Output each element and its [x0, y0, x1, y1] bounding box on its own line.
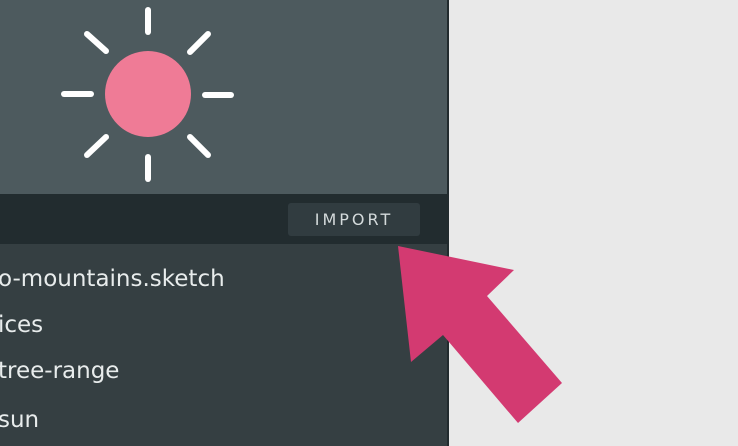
import-button[interactable]: IMPORT: [288, 203, 420, 236]
layer-item-sun[interactable]: sun: [0, 406, 39, 434]
layer-item-ices[interactable]: ices: [0, 311, 43, 339]
sun-icon: [61, 7, 234, 182]
layer-item-mountains-sketch[interactable]: o-mountains.sketch: [0, 265, 225, 293]
layer-item-tree-range[interactable]: tree-range: [0, 357, 119, 385]
app-window: IMPORT o-mountains.sketch ices tree-rang…: [0, 0, 738, 446]
sketch-preview: [0, 0, 447, 194]
